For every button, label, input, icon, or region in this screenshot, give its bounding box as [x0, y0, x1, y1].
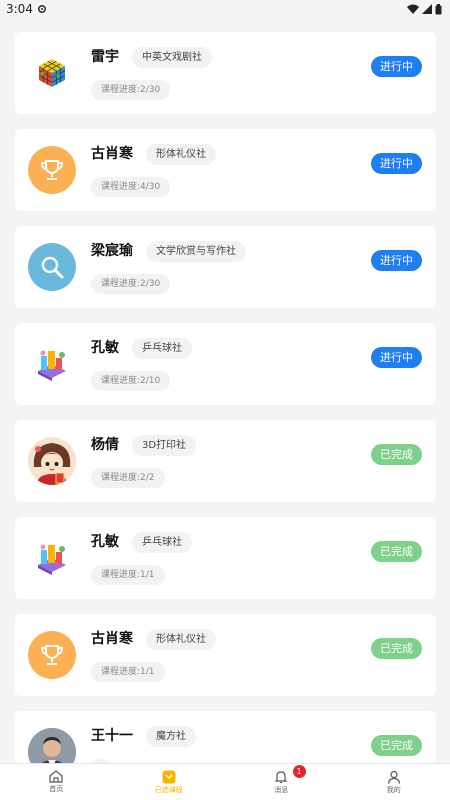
course-progress: 课程进度:2/30 — [91, 80, 171, 100]
tab-home[interactable]: 首页 — [0, 764, 113, 800]
student-name: 古肖寒 — [91, 631, 133, 647]
status-badge: 进行中 — [371, 153, 422, 174]
club-tag: 形体礼仪社 — [146, 629, 216, 650]
club-tag: 魔方社 — [146, 726, 196, 747]
course-card[interactable]: 雷宇 中英文戏剧社 课程进度:2/30 进行中 — [15, 32, 436, 114]
club-tag: 中英文戏剧社 — [132, 47, 212, 68]
course-card[interactable]: 孔敏 乒乓球社 课程进度:1/1 已完成 — [15, 517, 436, 599]
trophy-icon — [28, 146, 76, 194]
course-progress: 课程进度:2/30 — [91, 274, 171, 294]
student-name: 雷宇 — [91, 49, 119, 65]
message-count-badge: 1 — [292, 765, 306, 778]
course-list: 雷宇 中英文戏剧社 课程进度:2/30 进行中 古肖寒 形体礼仪社 课程进度:4… — [15, 32, 436, 800]
tab-label: 已选课程 — [154, 785, 183, 794]
courses-icon — [162, 770, 176, 783]
student-name: 王十一 — [91, 728, 133, 744]
club-tag: 乒乓球社 — [132, 532, 192, 553]
tab-label: 我的 — [386, 785, 401, 794]
status-badge: 已完成 — [371, 735, 422, 756]
home-icon — [49, 770, 63, 783]
battery-icon — [435, 3, 442, 14]
bell-icon — [274, 770, 288, 783]
bottom-tab-bar: 首页 已选课程 1 消息 我的 — [0, 763, 450, 800]
student-name: 孔敏 — [91, 340, 119, 356]
student-name: 孔敏 — [91, 534, 119, 550]
signal-icon — [422, 4, 432, 14]
course-card[interactable]: 古肖寒 形体礼仪社 课程进度:4/30 进行中 — [15, 129, 436, 211]
rubiks-cube-icon — [28, 49, 76, 97]
clock-text: 3:04 — [6, 2, 33, 16]
student-name: 古肖寒 — [91, 146, 133, 162]
course-card[interactable]: 梁宸瑜 文学欣赏与写作社 课程进度:2/30 进行中 — [15, 226, 436, 308]
student-name: 梁宸瑜 — [91, 243, 133, 259]
tab-selected-courses[interactable]: 已选课程 — [113, 764, 226, 800]
course-progress: 课程进度:1/1 — [91, 662, 165, 682]
status-badge: 进行中 — [371, 250, 422, 271]
tab-messages[interactable]: 1 消息 — [225, 764, 338, 800]
status-bar: 3:04 — [0, 0, 450, 18]
isometric-city-icon — [28, 534, 76, 582]
trophy-icon — [28, 631, 76, 679]
magnifier-icon — [28, 243, 76, 291]
tab-label: 消息 — [274, 785, 289, 794]
status-badge: 已完成 — [371, 638, 422, 659]
tab-mine[interactable]: 我的 — [338, 764, 450, 800]
settings-gear-icon — [37, 4, 46, 14]
course-progress: 课程进度:2/10 — [91, 371, 171, 391]
user-icon — [387, 770, 400, 784]
course-progress: 课程进度:4/30 — [91, 177, 171, 197]
course-progress: 课程进度:1/1 — [91, 565, 165, 585]
status-badge: 已完成 — [371, 444, 422, 465]
club-tag: 形体礼仪社 — [146, 144, 216, 165]
course-card[interactable]: 古肖寒 形体礼仪社 课程进度:1/1 已完成 — [15, 614, 436, 696]
status-badge: 进行中 — [371, 56, 422, 77]
cartoon-girl-avatar — [28, 437, 76, 485]
club-tag: 文学欣赏与写作社 — [146, 241, 246, 262]
course-card[interactable]: 杨倩 3D打印社 课程进度:2/2 已完成 — [15, 420, 436, 502]
wifi-icon — [407, 4, 419, 14]
club-tag: 3D打印社 — [132, 435, 197, 456]
status-time: 3:04 — [6, 2, 47, 16]
student-name: 杨倩 — [91, 437, 119, 453]
tab-label: 首页 — [49, 785, 64, 793]
course-card[interactable]: 孔敏 乒乓球社 课程进度:2/10 进行中 — [15, 323, 436, 405]
course-progress: 课程进度:2/2 — [91, 468, 165, 488]
club-tag: 乒乓球社 — [132, 338, 192, 359]
status-badge: 已完成 — [371, 541, 422, 562]
status-badge: 进行中 — [371, 347, 422, 368]
isometric-city-icon — [28, 340, 76, 388]
